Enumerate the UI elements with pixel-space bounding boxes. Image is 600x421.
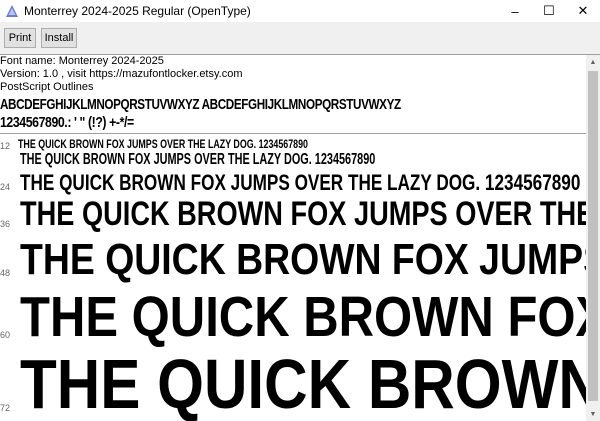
sample-line-48: THE QUICK BROWN FOX JUMPS OVER xyxy=(20,235,586,284)
font-preview-pane: Font name: Monterrey 2024-2025 Version: … xyxy=(0,55,586,421)
minimize-icon: – xyxy=(511,3,519,19)
divider xyxy=(0,133,586,134)
print-button[interactable]: Print xyxy=(4,28,36,48)
sample-line-60: THE QUICK BROWN FOX JUMPS xyxy=(20,285,586,349)
close-icon: ✕ xyxy=(577,3,589,18)
charset-letters: ABCDEFGHIJKLMNOPQRSTUVWXYZ ABCDEFGHIJKLM… xyxy=(0,96,401,113)
vertical-scrollbar[interactable]: ▲ ▼ xyxy=(586,55,600,421)
maximize-icon: ☐ xyxy=(543,3,555,18)
size-label: 36 xyxy=(0,219,11,229)
font-viewer-app-icon xyxy=(6,5,18,17)
charset-digits: 1234567890.: ' " (!?) +-*/= xyxy=(0,114,134,131)
minimize-button[interactable]: – xyxy=(498,0,532,22)
window-title: Monterrey 2024-2025 Regular (OpenType) xyxy=(24,4,251,18)
size-label: 72 xyxy=(0,403,11,413)
close-button[interactable]: ✕ xyxy=(566,0,600,22)
chevron-down-icon: ▼ xyxy=(589,410,597,418)
sample-line-12: THE QUICK BROWN FOX JUMPS OVER THE LAZY … xyxy=(18,137,308,151)
size-label: 60 xyxy=(0,330,11,340)
size-label: 24 xyxy=(0,182,11,192)
font-name-info: Font name: Monterrey 2024-2025 xyxy=(0,55,164,67)
sample-line-24: THE QUICK BROWN FOX JUMPS OVER THE LAZY … xyxy=(20,170,581,195)
install-button[interactable]: Install xyxy=(41,28,77,48)
toolbar: Print Install xyxy=(0,22,600,55)
maximize-button[interactable]: ☐ xyxy=(532,0,566,22)
outlines-info: PostScript Outlines xyxy=(0,81,94,93)
title-bar: Monterrey 2024-2025 Regular (OpenType) –… xyxy=(0,0,600,22)
scrollbar-thumb[interactable] xyxy=(588,71,598,401)
sample-line-36: THE QUICK BROWN FOX JUMPS OVER THE LAZY … xyxy=(20,195,586,233)
size-label: 12 xyxy=(0,141,11,151)
sample-line-18: THE QUICK BROWN FOX JUMPS OVER THE LAZY … xyxy=(20,151,376,168)
sample-line-72: THE QUICK BROWN FOX xyxy=(20,345,586,421)
scroll-up-button[interactable]: ▲ xyxy=(586,55,600,69)
version-info: Version: 1.0 , visit https://mazufontloc… xyxy=(0,68,243,80)
scroll-down-button[interactable]: ▼ xyxy=(586,407,600,421)
chevron-up-icon: ▲ xyxy=(589,58,597,66)
size-label: 48 xyxy=(0,268,11,278)
